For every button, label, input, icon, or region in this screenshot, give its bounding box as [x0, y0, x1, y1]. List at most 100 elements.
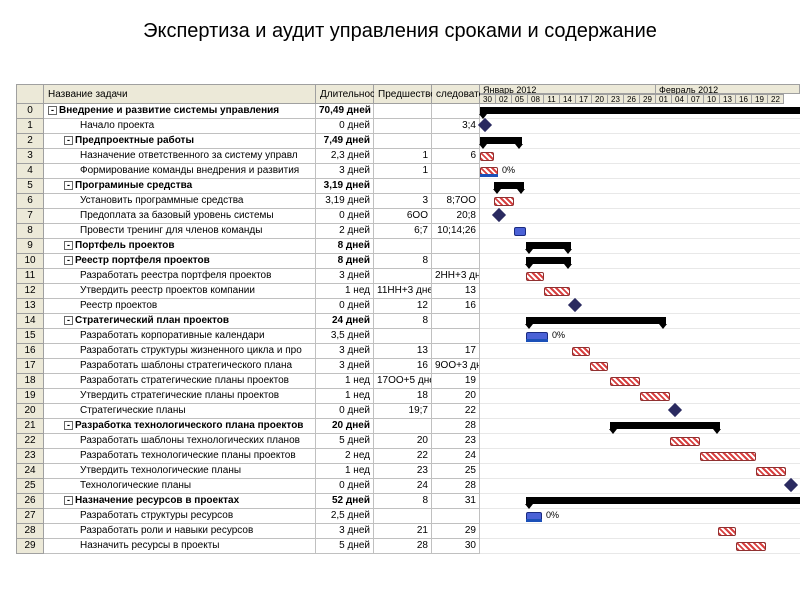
cell-duration[interactable]: 8 дней: [316, 239, 374, 254]
task-bar[interactable]: [526, 272, 544, 281]
row-id[interactable]: 8: [16, 224, 44, 239]
gantt-cell[interactable]: [480, 224, 800, 239]
row-id[interactable]: 5: [16, 179, 44, 194]
gantt-cell[interactable]: [480, 284, 800, 299]
cell-succ[interactable]: 23: [432, 434, 480, 449]
table-row[interactable]: 18Разработать стратегические планы проек…: [16, 374, 800, 389]
row-id[interactable]: 28: [16, 524, 44, 539]
cell-name[interactable]: -Назначение ресурсов в проектах: [44, 494, 316, 509]
cell-pred[interactable]: 21: [374, 524, 432, 539]
collapse-icon[interactable]: -: [64, 181, 73, 190]
cell-pred[interactable]: [374, 269, 432, 284]
task-bar[interactable]: [640, 392, 670, 401]
table-row[interactable]: 22Разработать шаблоны технологических пл…: [16, 434, 800, 449]
task-bar[interactable]: [700, 452, 756, 461]
cell-duration[interactable]: 3 дней: [316, 164, 374, 179]
cell-pred[interactable]: 20: [374, 434, 432, 449]
gantt-cell[interactable]: [480, 209, 800, 224]
cell-duration[interactable]: 3,19 дней: [316, 179, 374, 194]
gantt-cell[interactable]: [480, 194, 800, 209]
task-bar[interactable]: [670, 437, 700, 446]
cell-name[interactable]: Разработать роли и навыки ресурсов: [44, 524, 316, 539]
summary-bar[interactable]: [610, 422, 720, 429]
cell-name[interactable]: Разработать шаблоны стратегического план…: [44, 359, 316, 374]
cell-succ[interactable]: [432, 329, 480, 344]
cell-duration[interactable]: 2 дней: [316, 224, 374, 239]
summary-bar[interactable]: [480, 137, 522, 144]
cell-pred[interactable]: 17ОО+5 дней: [374, 374, 432, 389]
row-id[interactable]: 15: [16, 329, 44, 344]
cell-pred[interactable]: 18: [374, 389, 432, 404]
col-pred[interactable]: Предшестве: [374, 84, 432, 104]
cell-pred[interactable]: 3: [374, 194, 432, 209]
table-row[interactable]: 12Утвердить реестр проектов компании1 не…: [16, 284, 800, 299]
cell-name[interactable]: Стратегические планы: [44, 404, 316, 419]
grid-corner[interactable]: [16, 84, 44, 104]
row-id[interactable]: 25: [16, 479, 44, 494]
summary-bar[interactable]: [526, 257, 571, 264]
cell-name[interactable]: Утвердить технологические планы: [44, 464, 316, 479]
cell-name[interactable]: Разработать реестра портфеля проектов: [44, 269, 316, 284]
table-row[interactable]: 0-Внедрение и развитие системы управлени…: [16, 104, 800, 119]
row-id[interactable]: 18: [16, 374, 44, 389]
cell-succ[interactable]: 20;8: [432, 209, 480, 224]
cell-pred[interactable]: 24: [374, 479, 432, 494]
row-id[interactable]: 17: [16, 359, 44, 374]
cell-name[interactable]: Предоплата за базовый уровень системы: [44, 209, 316, 224]
cell-duration[interactable]: 1 нед: [316, 374, 374, 389]
cell-duration[interactable]: 8 дней: [316, 254, 374, 269]
cell-pred[interactable]: 28: [374, 539, 432, 554]
cell-succ[interactable]: [432, 164, 480, 179]
cell-name[interactable]: -Внедрение и развитие системы управления: [44, 104, 316, 119]
gantt-cell[interactable]: [480, 299, 800, 314]
row-id[interactable]: 11: [16, 269, 44, 284]
cell-name[interactable]: Разработать стратегические планы проекто…: [44, 374, 316, 389]
cell-name[interactable]: Назначить ресурсы в проекты: [44, 539, 316, 554]
collapse-icon[interactable]: -: [64, 496, 73, 505]
cell-name[interactable]: Технологические планы: [44, 479, 316, 494]
cell-duration[interactable]: 7,49 дней: [316, 134, 374, 149]
cell-pred[interactable]: 12: [374, 299, 432, 314]
cell-succ[interactable]: 22: [432, 404, 480, 419]
cell-pred[interactable]: 16: [374, 359, 432, 374]
milestone-icon[interactable]: [784, 478, 798, 492]
cell-pred[interactable]: 6;7: [374, 224, 432, 239]
table-row[interactable]: 10-Реестр портфеля проектов8 дней8: [16, 254, 800, 269]
cell-name[interactable]: -Портфель проектов: [44, 239, 316, 254]
row-id[interactable]: 29: [16, 539, 44, 554]
cell-duration[interactable]: 2,3 дней: [316, 149, 374, 164]
table-row[interactable]: 13Реестр проектов0 дней1216: [16, 299, 800, 314]
cell-duration[interactable]: 1 нед: [316, 284, 374, 299]
gantt-cell[interactable]: [480, 524, 800, 539]
row-id[interactable]: 6: [16, 194, 44, 209]
cell-name[interactable]: Утвердить стратегические планы проектов: [44, 389, 316, 404]
cell-pred[interactable]: 23: [374, 464, 432, 479]
table-row[interactable]: 27Разработать структуры ресурсов2,5 дней…: [16, 509, 800, 524]
cell-succ[interactable]: 6: [432, 149, 480, 164]
cell-succ[interactable]: 25: [432, 464, 480, 479]
table-row[interactable]: 26-Назначение ресурсов в проектах52 дней…: [16, 494, 800, 509]
gantt-cell[interactable]: 0%: [480, 509, 800, 524]
gantt-cell[interactable]: [480, 179, 800, 194]
collapse-icon[interactable]: -: [64, 421, 73, 430]
cell-duration[interactable]: 3,5 дней: [316, 329, 374, 344]
row-id[interactable]: 23: [16, 449, 44, 464]
task-bar[interactable]: [718, 527, 736, 536]
cell-duration[interactable]: 0 дней: [316, 209, 374, 224]
gantt-cell[interactable]: [480, 434, 800, 449]
table-row[interactable]: 23Разработать технологические планы прое…: [16, 449, 800, 464]
gantt-cell[interactable]: [480, 269, 800, 284]
summary-bar[interactable]: [526, 242, 571, 249]
cell-name[interactable]: Назначение ответственного за систему упр…: [44, 149, 316, 164]
table-row[interactable]: 6Установить программные средства3,19 дне…: [16, 194, 800, 209]
cell-succ[interactable]: 3;4: [432, 119, 480, 134]
cell-name[interactable]: Разработать шаблоны технологических план…: [44, 434, 316, 449]
cell-name[interactable]: -Предпроектные работы: [44, 134, 316, 149]
cell-succ[interactable]: 24: [432, 449, 480, 464]
col-name[interactable]: Название задачи: [44, 84, 316, 104]
cell-succ[interactable]: 16: [432, 299, 480, 314]
row-id[interactable]: 3: [16, 149, 44, 164]
gantt-cell[interactable]: [480, 134, 800, 149]
row-id[interactable]: 24: [16, 464, 44, 479]
row-id[interactable]: 10: [16, 254, 44, 269]
